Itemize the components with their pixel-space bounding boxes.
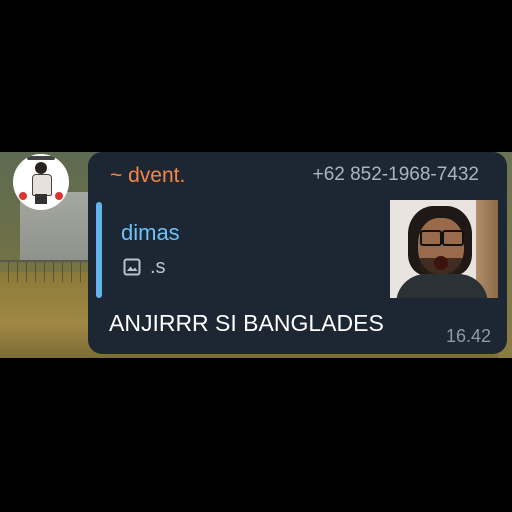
thumbnail-shirt (396, 274, 488, 298)
message-bubble[interactable]: ~ dvent. +62 852-1968-7432 dimas .s ANJI… (88, 152, 507, 354)
reply-accent-bar (96, 202, 102, 298)
thumbnail-mouth (434, 256, 448, 270)
sender-phone: +62 852-1968-7432 (312, 164, 479, 185)
message-text: ANJIRRR SI BANGLADES (109, 310, 384, 336)
wallpaper-fence (0, 260, 90, 282)
avatar-legs (35, 194, 47, 204)
thumbnail-glasses (442, 230, 464, 246)
image-icon (123, 258, 141, 276)
reply-quote[interactable]: dimas .s (96, 200, 499, 300)
sender-name[interactable]: ~ dvent. (110, 164, 185, 188)
avatar-head (35, 162, 47, 174)
avatar-body (32, 174, 52, 196)
message-timestamp: 16.42 (445, 326, 491, 346)
avatar-dot (55, 192, 63, 200)
thumbnail-glasses (420, 230, 442, 246)
reply-author: dimas (121, 220, 180, 245)
reply-caption: .s (150, 256, 166, 278)
screenshot-frame: ~ dvent. +62 852-1968-7432 dimas .s ANJI… (0, 0, 512, 512)
reply-thumbnail[interactable] (390, 200, 498, 298)
avatar-dot (19, 192, 27, 200)
sender-avatar[interactable] (13, 154, 69, 210)
avatar-detail (27, 156, 55, 160)
